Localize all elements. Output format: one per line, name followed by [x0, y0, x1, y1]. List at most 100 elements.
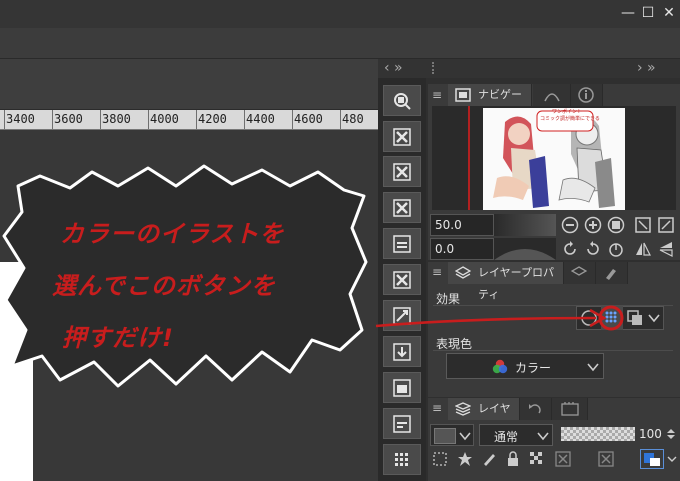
layer-color-button[interactable] — [626, 309, 644, 327]
zoom-fit-icon — [394, 92, 411, 110]
illustration-thumbnail — [493, 110, 615, 208]
view-frame-left — [468, 106, 470, 210]
tool-button[interactable] — [383, 372, 421, 403]
menu-bar — [0, 28, 680, 59]
collapse-right-button[interactable]: › » — [637, 60, 656, 76]
panel-menu-icon[interactable]: ≡ — [432, 265, 442, 279]
tool-button[interactable] — [383, 444, 421, 475]
tab-layer-search[interactable] — [564, 262, 596, 284]
reset-rotation-icon[interactable] — [607, 240, 625, 258]
blend-mode-select[interactable]: 通常 — [479, 424, 553, 446]
zoom-out-icon[interactable] — [561, 216, 579, 234]
ruler-label: 3800 — [102, 112, 131, 126]
tool-button[interactable] — [383, 408, 421, 439]
lock-icon[interactable] — [505, 451, 521, 467]
panel-menu-icon[interactable]: ≡ — [432, 401, 442, 415]
tool-button[interactable] — [383, 192, 421, 223]
rotate-right-icon[interactable] — [584, 240, 602, 258]
tab-animation[interactable] — [552, 398, 588, 420]
layer-transform-icon — [393, 306, 411, 325]
layer-grid-icon — [393, 414, 411, 433]
ruler-label: 3400 — [6, 112, 35, 126]
rotation-field[interactable]: 0.0 — [430, 238, 494, 260]
chevron-down-icon[interactable] — [667, 455, 677, 463]
reference-layer-icon[interactable] — [457, 451, 473, 467]
panel-menu-icon[interactable]: ≡ — [432, 88, 442, 102]
tool-button[interactable] — [383, 156, 421, 187]
ruler-mask-icon[interactable] — [598, 451, 616, 467]
opacity-slider[interactable] — [561, 427, 635, 441]
close-button[interactable]: ✕ — [660, 4, 678, 22]
layer-panel-icon — [393, 234, 411, 253]
tool-button[interactable] — [383, 336, 421, 367]
tool-button[interactable] — [383, 264, 421, 295]
fit-screen-icon[interactable] — [634, 216, 652, 234]
tab-subview[interactable] — [533, 84, 571, 106]
tool-button[interactable] — [383, 300, 421, 331]
layers-icon — [455, 402, 471, 416]
tone-dots-icon — [605, 311, 617, 323]
tool-button[interactable] — [383, 121, 421, 152]
fit-view-button[interactable] — [383, 85, 421, 116]
thumbnail-image — [483, 108, 625, 210]
layer-x-icon — [393, 270, 411, 289]
tab-info[interactable] — [571, 84, 603, 106]
fit-width-icon[interactable] — [657, 216, 675, 234]
title-bar — [0, 0, 680, 28]
rotation-slider[interactable] — [494, 238, 556, 260]
rotate-left-icon[interactable] — [561, 240, 579, 258]
ruler-label: 480 — [342, 112, 364, 126]
clip-lower-layer-icon[interactable] — [432, 451, 448, 467]
dock-grip-icon[interactable] — [432, 62, 440, 74]
tool-button[interactable] — [383, 228, 421, 259]
flip-horizontal-icon[interactable] — [634, 240, 652, 258]
document-tab-bar — [0, 59, 378, 109]
ruler-label: 4200 — [198, 112, 227, 126]
mask-icon[interactable] — [555, 451, 573, 467]
canvas-paper[interactable] — [0, 262, 33, 481]
annotation-line-2: 選んでこのボタンを — [52, 272, 276, 300]
layer-property-icon — [455, 266, 471, 279]
tab-history[interactable] — [520, 398, 552, 420]
layer-x-icon — [393, 162, 411, 181]
grid-icon — [395, 452, 408, 466]
expression-color-select[interactable]: カラー — [446, 353, 604, 379]
blend-mode-value: 通常 — [494, 430, 519, 444]
brush-icon — [606, 269, 616, 280]
ruler-label: 4000 — [150, 112, 179, 126]
image-icon — [393, 378, 411, 397]
flip-vertical-icon[interactable] — [657, 240, 675, 258]
ruler-label: 4400 — [246, 112, 275, 126]
annotation-line-3: 押すだけ! — [62, 324, 174, 352]
minimize-button[interactable]: — — [619, 4, 637, 22]
layer-color-button[interactable] — [640, 449, 664, 469]
divider — [433, 350, 673, 351]
maximize-button[interactable]: ☐ — [639, 4, 657, 22]
thumbnail-caption: ワンポイント コミック調が簡単にできる — [540, 109, 600, 122]
annotation-line-1: カラーのイラストを — [60, 220, 285, 248]
zoom-slider[interactable] — [494, 214, 556, 236]
chevron-down-icon[interactable] — [648, 313, 660, 323]
chevron-down-icon — [587, 363, 599, 372]
layer-search-icon — [570, 266, 588, 276]
info-icon — [578, 87, 594, 103]
horizontal-ruler: 3400 3600 3800 4000 4200 4400 4600 480 — [0, 110, 378, 130]
actual-size-icon[interactable] — [607, 216, 625, 234]
canvas-area[interactable] — [0, 130, 378, 481]
opacity-value: 100 — [639, 427, 662, 441]
expression-color-value: カラー — [515, 361, 552, 375]
border-effect-button[interactable] — [579, 308, 599, 328]
ruler-label: 3600 — [54, 112, 83, 126]
opacity-stepper-icon[interactable] — [666, 429, 676, 439]
zoom-in-icon[interactable] — [584, 216, 602, 234]
layer-x-icon — [393, 198, 411, 217]
collapse-left-button[interactable]: ‹ » — [384, 60, 403, 76]
layer-color-swatch[interactable] — [430, 424, 474, 446]
dock-header — [378, 59, 680, 78]
zoom-field[interactable]: 50.0 — [430, 214, 494, 236]
draft-layer-icon[interactable] — [481, 451, 497, 467]
undo-history-icon — [529, 404, 541, 414]
tab-color-history[interactable] — [596, 262, 628, 284]
lock-transparency-icon[interactable] — [529, 451, 545, 467]
rgb-circles-icon — [492, 359, 508, 374]
